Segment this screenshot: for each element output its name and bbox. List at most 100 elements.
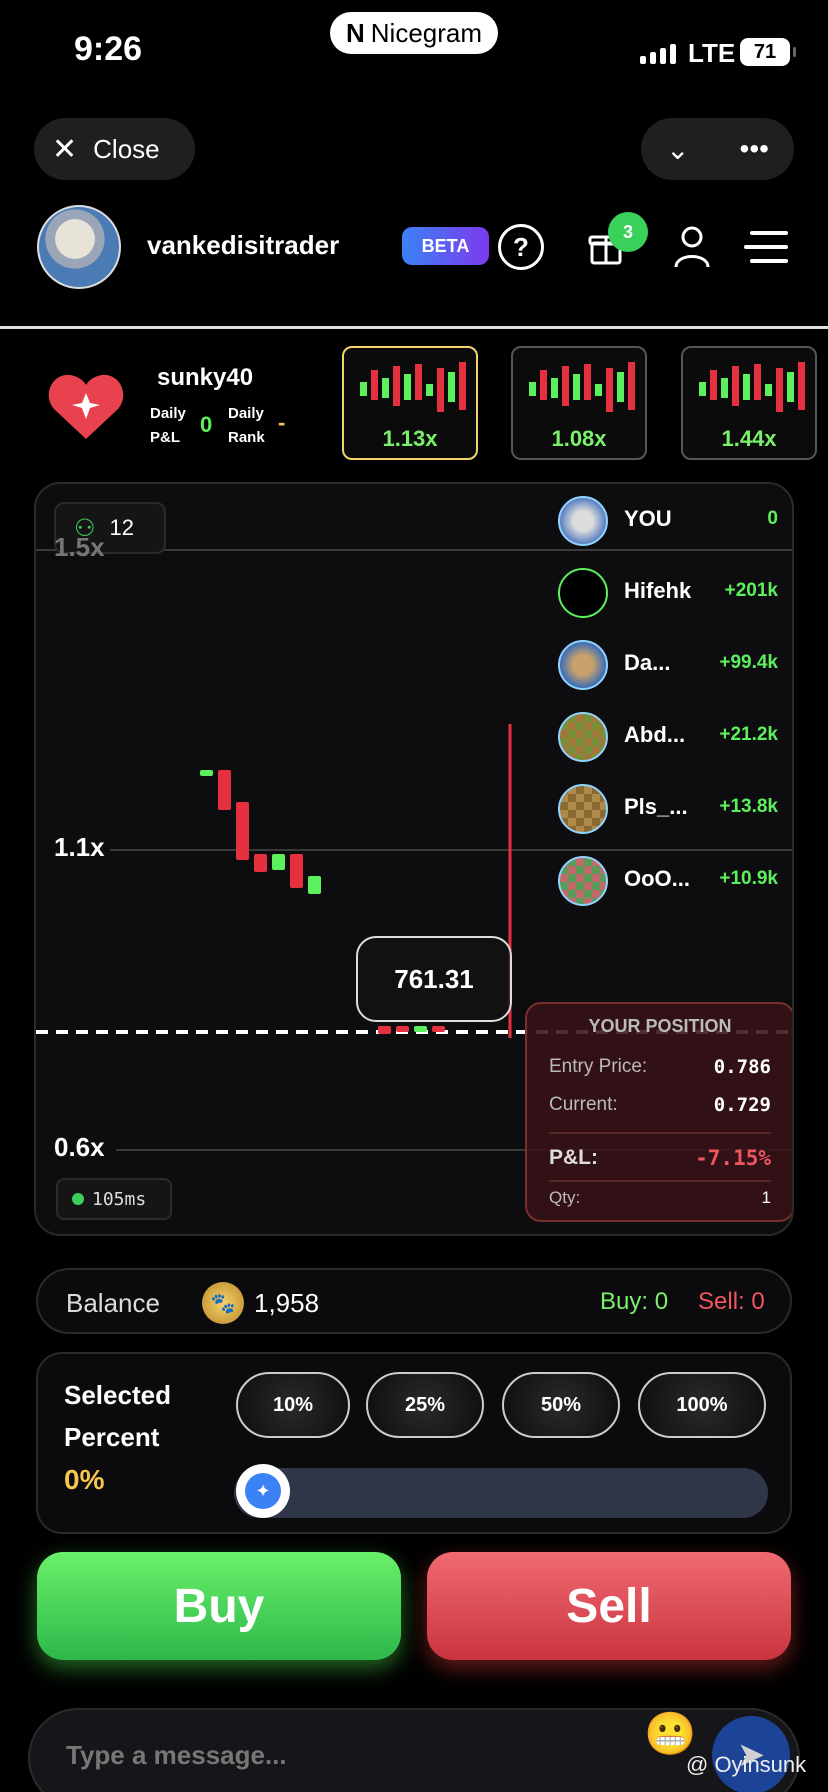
- more-icon[interactable]: •••: [740, 133, 769, 165]
- mini-candles: [360, 362, 466, 412]
- gift-count-badge: 3: [608, 212, 648, 252]
- mini-candle: [606, 368, 613, 412]
- y-label-top: 1.5x: [54, 532, 105, 562]
- heart-shield-icon: [48, 374, 124, 439]
- leaderboard-item[interactable]: OoO... +10.9k: [558, 852, 786, 910]
- qty-row: Qty: 1: [549, 1188, 771, 1208]
- current-price-box: 761.31: [356, 936, 512, 1022]
- mini-candle: [732, 366, 739, 406]
- chart-panel[interactable]: ⚇ 12 1.5x 1.1x 0.6x YOU 0 Hifehk +201k D…: [34, 482, 794, 1236]
- sell-button[interactable]: Sell: [427, 1552, 791, 1660]
- mini-candle: [404, 374, 411, 400]
- chart-candle: [236, 802, 249, 860]
- avatar[interactable]: [37, 205, 121, 289]
- balance-value: 1,958: [254, 1288, 320, 1318]
- percent-panel: Selected Percent 0% 10% 25% 50% 100% ✦: [36, 1352, 792, 1534]
- menu-icon[interactable]: [742, 223, 790, 271]
- daily-rank-label: Daily Rank: [228, 402, 265, 450]
- mini-candle: [437, 368, 444, 412]
- percent-slider[interactable]: [234, 1468, 768, 1518]
- leaderboard-item[interactable]: YOU 0: [558, 492, 786, 550]
- chart-candle: [200, 770, 213, 776]
- mini-candle: [382, 378, 389, 398]
- help-icon[interactable]: ?: [498, 224, 544, 270]
- chart-candle: [414, 1026, 427, 1032]
- multiplier-card[interactable]: 1.08x: [511, 346, 647, 460]
- leader-value: +21.2k: [719, 724, 778, 745]
- close-label: Close: [93, 133, 160, 164]
- multiplier-card[interactable]: 1.13x: [342, 346, 478, 460]
- leader-name: YOU: [624, 506, 672, 531]
- percent-25-button[interactable]: 25%: [366, 1372, 484, 1438]
- pnl-row: P&L: -7.15%: [549, 1146, 771, 1170]
- app-name-pill: N Nicegram: [330, 12, 498, 54]
- chart-candle: [290, 854, 303, 888]
- entry-price-label: Entry Price:: [549, 1056, 648, 1077]
- buy-button[interactable]: Buy: [37, 1552, 401, 1660]
- mini-candle: [573, 374, 580, 400]
- mini-candle: [426, 384, 433, 396]
- mini-candle: [459, 362, 466, 410]
- avatar: [558, 640, 608, 690]
- daily-pnl-label: Daily P&L: [150, 402, 186, 450]
- position-divider: [549, 1132, 771, 1134]
- status-time: 9:26: [74, 30, 143, 68]
- chevron-down-icon[interactable]: ⌄: [666, 133, 689, 166]
- daily-rank-label-line1: Daily: [228, 405, 264, 422]
- chart-candle: [378, 1026, 391, 1034]
- mini-candle: [584, 364, 591, 400]
- close-icon: ✕: [52, 132, 78, 166]
- percent-title: Selected Percent: [64, 1374, 214, 1458]
- balance-bar: Balance 🐾 1,958 Buy: 0 Sell: 0: [36, 1268, 792, 1334]
- qty-label: Qty:: [549, 1188, 581, 1207]
- sparkle-icon: ✦: [245, 1473, 281, 1509]
- daily-pnl-label-line2: P&L: [150, 429, 180, 446]
- current-price-label: Current:: [549, 1094, 618, 1115]
- percent-100-button[interactable]: 100%: [638, 1372, 766, 1438]
- leaderboard-item[interactable]: Abd... +21.2k: [558, 708, 786, 766]
- mini-candle: [448, 372, 455, 402]
- mini-candle: [360, 382, 367, 396]
- slider-thumb[interactable]: ✦: [236, 1464, 290, 1518]
- leaderboard-item[interactable]: Da... +99.4k: [558, 636, 786, 694]
- percent-10-button[interactable]: 10%: [236, 1372, 350, 1438]
- mini-candle: [371, 370, 378, 400]
- mini-candle: [562, 366, 569, 406]
- nicegram-logo-icon: N: [345, 17, 365, 48]
- profile-icon[interactable]: [668, 223, 716, 271]
- percent-50-button[interactable]: 50%: [502, 1372, 620, 1438]
- mini-candle: [595, 384, 602, 396]
- mini-candles: [699, 362, 805, 412]
- latency-value: 105ms: [92, 1188, 147, 1210]
- mini-candle: [628, 362, 635, 410]
- avatar: [558, 856, 608, 906]
- percent-title-line2: Percent: [64, 1422, 160, 1452]
- mini-candle: [754, 364, 761, 400]
- mini-candle: [710, 370, 717, 400]
- close-button[interactable]: ✕ Close: [34, 118, 195, 180]
- leader-value: 0: [767, 508, 778, 529]
- mini-candle: [787, 372, 794, 402]
- network-type: LTE: [688, 38, 736, 68]
- leaderboard-item[interactable]: Hifehk +201k: [558, 564, 786, 622]
- avatar: [558, 712, 608, 762]
- status-bar: 9:26 N Nicegram LTE 71: [0, 0, 828, 105]
- daily-rank-label-line2: Rank: [228, 429, 265, 446]
- coin-icon: 🐾: [202, 1282, 244, 1324]
- mini-candle: [765, 384, 772, 396]
- leader-name: Hifehk: [624, 578, 692, 603]
- daily-pnl-label-line1: Daily: [150, 405, 186, 422]
- entry-price-row: Entry Price: 0.786: [549, 1056, 771, 1078]
- position-card: YOUR POSITION Entry Price: 0.786 Current…: [525, 1002, 792, 1222]
- multiplier-label: 1.44x: [721, 426, 777, 451]
- avatar: [558, 496, 608, 546]
- leaderboard-item[interactable]: Pls_... +13.8k: [558, 780, 786, 838]
- multiplier-label: 1.13x: [382, 426, 438, 451]
- latency-indicator: 105ms: [56, 1178, 172, 1220]
- battery-icon: 71: [740, 38, 796, 66]
- avatar: [558, 568, 608, 618]
- daily-rank-value: -: [278, 410, 286, 435]
- multiplier-card[interactable]: 1.44x: [681, 346, 817, 460]
- leader-value: +201k: [724, 580, 778, 601]
- player-name: sunky40: [157, 364, 254, 391]
